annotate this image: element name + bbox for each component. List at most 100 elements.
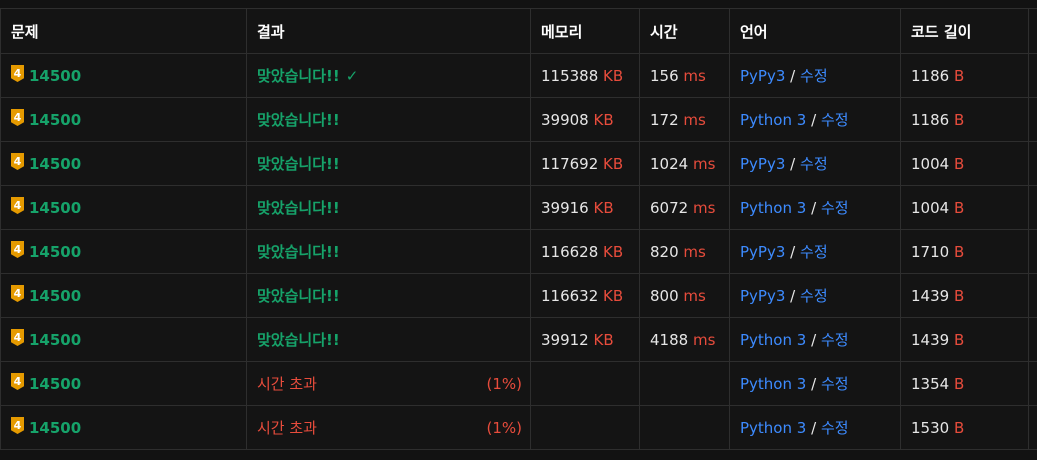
- language-link[interactable]: PyPy3: [740, 67, 785, 85]
- language-separator: /: [811, 375, 817, 393]
- header-language: 언어: [729, 8, 901, 54]
- time-unit: ms: [683, 66, 706, 85]
- problem-id-link[interactable]: 14500: [29, 67, 81, 85]
- result-cell: 맞았습니다!! ✓: [246, 53, 531, 98]
- problem-cell[interactable]: 4 14500: [0, 273, 247, 318]
- tier-badge-icon: 4: [11, 109, 24, 126]
- edit-link[interactable]: 수정: [821, 375, 849, 393]
- table-row: 4 14500 시간 초과 (1%) Python 3 / 수정 1354 B: [0, 361, 1037, 406]
- edit-link[interactable]: 수정: [800, 243, 828, 261]
- result-text: 시간 초과: [257, 375, 317, 393]
- tier-badge-icon: 4: [11, 417, 24, 434]
- time-value: 1024: [650, 154, 689, 173]
- problem-id-link[interactable]: 14500: [29, 331, 81, 349]
- code-length-unit: B: [953, 66, 965, 85]
- code-length-unit: B: [953, 198, 965, 217]
- language-cell: Python 3 / 수정: [729, 361, 901, 406]
- language-cell: PyPy3 / 수정: [729, 53, 901, 98]
- problem-cell[interactable]: 4 14500: [0, 317, 247, 362]
- time-cell: 172 ms: [639, 97, 730, 142]
- code-length-value: 1439: [911, 286, 950, 305]
- problem-cell[interactable]: 4 14500: [0, 97, 247, 142]
- problem-id-link[interactable]: 14500: [29, 419, 81, 437]
- memory-cell: 39908 KB: [530, 97, 640, 142]
- problem-cell[interactable]: 4 14500: [0, 185, 247, 230]
- language-separator: /: [811, 331, 817, 349]
- time-cell: 156 ms: [639, 53, 730, 98]
- tier-badge-icon: 4: [11, 197, 24, 214]
- edit-link[interactable]: 수정: [821, 111, 849, 129]
- table-row: 4 14500 맞았습니다!! 39916 KB 6072 ms Python …: [0, 185, 1037, 230]
- result-cell: 맞았습니다!!: [246, 229, 531, 274]
- time-cell: [639, 405, 730, 450]
- code-length-cell: 1186 B: [900, 53, 1029, 98]
- problem-cell[interactable]: 4 14500: [0, 361, 247, 406]
- filler-cell: [1028, 361, 1037, 406]
- language-link[interactable]: PyPy3: [740, 155, 785, 173]
- language-link[interactable]: Python 3: [740, 331, 806, 349]
- code-length-value: 1186: [911, 110, 950, 129]
- result-cell: 시간 초과 (1%): [246, 405, 531, 450]
- problem-cell[interactable]: 4 14500: [0, 141, 247, 186]
- problem-id-link[interactable]: 14500: [29, 155, 81, 173]
- result-cell: 맞았습니다!!: [246, 141, 531, 186]
- time-value: 172: [650, 110, 679, 129]
- result-text: 맞았습니다!!: [257, 243, 340, 261]
- result-text: 시간 초과: [257, 419, 317, 437]
- memory-value: 39916: [541, 198, 589, 217]
- edit-link[interactable]: 수정: [800, 287, 828, 305]
- problem-id-link[interactable]: 14500: [29, 287, 81, 305]
- time-value: 6072: [650, 198, 689, 217]
- result-cell: 맞았습니다!!: [246, 317, 531, 362]
- code-length-unit: B: [953, 374, 965, 393]
- memory-cell: [530, 405, 640, 450]
- memory-unit: KB: [603, 242, 624, 261]
- edit-link[interactable]: 수정: [800, 67, 828, 85]
- memory-value: 117692: [541, 154, 599, 173]
- table-row: 4 14500 맞았습니다!! 117692 KB 1024 ms PyPy3 …: [0, 141, 1037, 186]
- code-length-cell: 1354 B: [900, 361, 1029, 406]
- edit-link[interactable]: 수정: [821, 199, 849, 217]
- result-text: 맞았습니다!!: [257, 331, 340, 349]
- code-length-value: 1186: [911, 66, 950, 85]
- code-length-value: 1004: [911, 154, 950, 173]
- code-length-cell: 1004 B: [900, 141, 1029, 186]
- memory-cell: 117692 KB: [530, 141, 640, 186]
- edit-link[interactable]: 수정: [821, 419, 849, 437]
- result-text: 맞았습니다!!: [257, 287, 340, 305]
- language-link[interactable]: PyPy3: [740, 243, 785, 261]
- result-text: 맞았습니다!!: [257, 111, 340, 129]
- filler-cell: [1028, 273, 1037, 318]
- problem-cell[interactable]: 4 14500: [0, 229, 247, 274]
- time-unit: ms: [692, 198, 716, 217]
- language-link[interactable]: Python 3: [740, 419, 806, 437]
- result-text: 맞았습니다!!: [257, 155, 340, 173]
- problem-id-link[interactable]: 14500: [29, 199, 81, 217]
- result-cell: 맞았습니다!!: [246, 185, 531, 230]
- header-filler: [1028, 8, 1037, 54]
- result-text: 맞았습니다!!: [257, 199, 340, 217]
- language-link[interactable]: Python 3: [740, 199, 806, 217]
- edit-link[interactable]: 수정: [800, 155, 828, 173]
- problem-id-link[interactable]: 14500: [29, 375, 81, 393]
- problem-cell[interactable]: 4 14500: [0, 405, 247, 450]
- time-cell: 6072 ms: [639, 185, 730, 230]
- result-percent: (1%): [486, 374, 522, 393]
- tier-badge-icon: 4: [11, 241, 24, 258]
- time-cell: [639, 361, 730, 406]
- time-unit: ms: [683, 242, 706, 261]
- problem-id-link[interactable]: 14500: [29, 111, 81, 129]
- edit-link[interactable]: 수정: [821, 331, 849, 349]
- memory-value: 39908: [541, 110, 589, 129]
- code-length-unit: B: [953, 110, 965, 129]
- language-link[interactable]: Python 3: [740, 375, 806, 393]
- time-value: 4188: [650, 330, 689, 349]
- memory-value: 39912: [541, 330, 589, 349]
- memory-unit: KB: [603, 286, 624, 305]
- problem-id-link[interactable]: 14500: [29, 243, 81, 261]
- language-cell: Python 3 / 수정: [729, 317, 901, 362]
- filler-cell: [1028, 317, 1037, 362]
- language-link[interactable]: PyPy3: [740, 287, 785, 305]
- problem-cell[interactable]: 4 14500: [0, 53, 247, 98]
- language-link[interactable]: Python 3: [740, 111, 806, 129]
